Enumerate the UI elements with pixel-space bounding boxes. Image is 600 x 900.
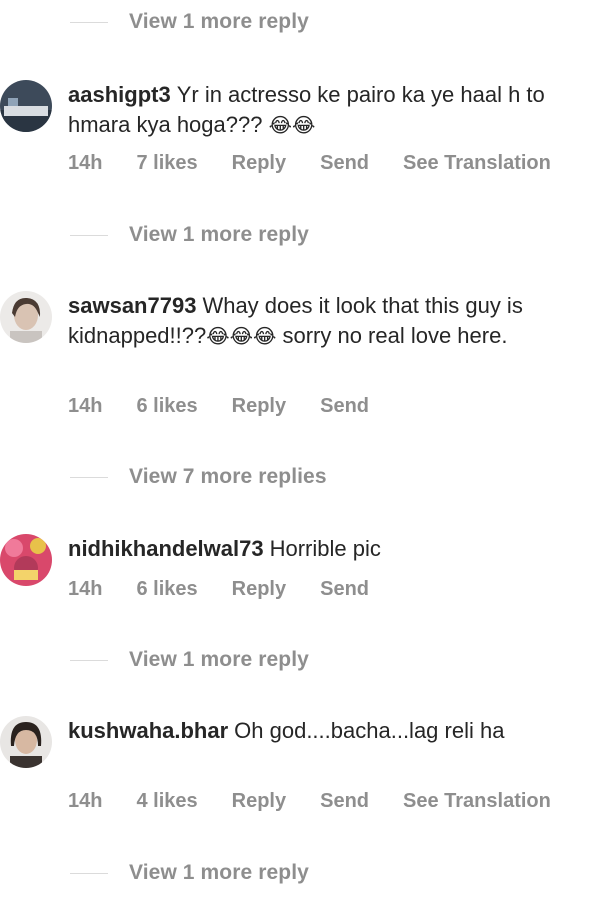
comment-username[interactable]: aashigpt3	[68, 82, 171, 107]
view-more-replies[interactable]: View 7 more replies	[0, 459, 600, 495]
comment-text: aashigpt3 Yr in actresso ke pairo ka ye h…	[68, 80, 594, 140]
avatar[interactable]	[0, 716, 52, 768]
view-replies-label[interactable]: View 1 more reply	[129, 861, 309, 885]
laughing-emoji: 😂😂	[268, 113, 316, 137]
likes-count[interactable]: 6 likes	[136, 578, 197, 601]
view-replies-label[interactable]: View 1 more reply	[129, 10, 309, 34]
likes-count[interactable]: 7 likes	[136, 152, 197, 175]
view-more-replies[interactable]: View 1 more reply	[0, 4, 600, 40]
reply-divider-line	[70, 21, 108, 23]
reply-button[interactable]: Reply	[232, 790, 286, 813]
view-replies-label[interactable]: View 1 more reply	[129, 223, 309, 247]
comment-username[interactable]: kushwaha.bhar	[68, 718, 228, 743]
comment-text: sawsan7793 Whay does it look that this gu…	[68, 291, 594, 351]
view-replies-label[interactable]: View 7 more replies	[129, 465, 327, 489]
reply-button[interactable]: Reply	[232, 578, 286, 601]
comment-text: nidhikhandelwal73 Horrible pic	[68, 534, 594, 564]
comment-username[interactable]: nidhikhandelwal73	[68, 536, 264, 561]
reply-button[interactable]: Reply	[232, 395, 286, 418]
comment-text: kushwaha.bhar Oh god....bacha...lag reli …	[68, 716, 594, 746]
reply-divider-line	[70, 659, 108, 661]
comment-username[interactable]: sawsan7793	[68, 293, 196, 318]
comment-time: 14h	[68, 790, 103, 812]
reply-divider-line	[70, 872, 108, 874]
comment-body: Horrible pic	[269, 536, 381, 561]
comment-meta: 14h 4 likes Reply Send See Translation	[68, 790, 585, 813]
send-button[interactable]: Send	[320, 578, 369, 601]
avatar[interactable]	[0, 534, 52, 586]
comment-time: 14h	[68, 578, 103, 600]
see-translation-button[interactable]: See Translation	[403, 152, 551, 175]
view-more-replies[interactable]: View 1 more reply	[0, 642, 600, 678]
view-replies-label[interactable]: View 1 more reply	[129, 648, 309, 672]
reply-button[interactable]: Reply	[232, 152, 286, 175]
laughing-emoji: 😂😂😂	[206, 324, 277, 348]
reply-divider-line	[70, 476, 108, 478]
comment-meta: 14h 6 likes Reply Send	[68, 395, 403, 418]
avatar[interactable]	[0, 80, 52, 132]
reply-divider-line	[70, 234, 108, 236]
comment-meta: 14h 7 likes Reply Send See Translation	[68, 152, 585, 175]
see-translation-button[interactable]: See Translation	[403, 790, 551, 813]
likes-count[interactable]: 4 likes	[136, 790, 197, 813]
comment-body-continued: sorry no real love here.	[276, 323, 508, 348]
send-button[interactable]: Send	[320, 790, 369, 813]
send-button[interactable]: Send	[320, 395, 369, 418]
avatar[interactable]	[0, 291, 52, 343]
comment-time: 14h	[68, 395, 103, 417]
comment-body: Oh god....bacha...lag reli ha	[234, 718, 505, 743]
comment-meta: 14h 6 likes Reply Send	[68, 578, 403, 601]
send-button[interactable]: Send	[320, 152, 369, 175]
likes-count[interactable]: 6 likes	[136, 395, 197, 418]
view-more-replies[interactable]: View 1 more reply	[0, 855, 600, 891]
view-more-replies[interactable]: View 1 more reply	[0, 217, 600, 253]
comment-time: 14h	[68, 152, 103, 174]
